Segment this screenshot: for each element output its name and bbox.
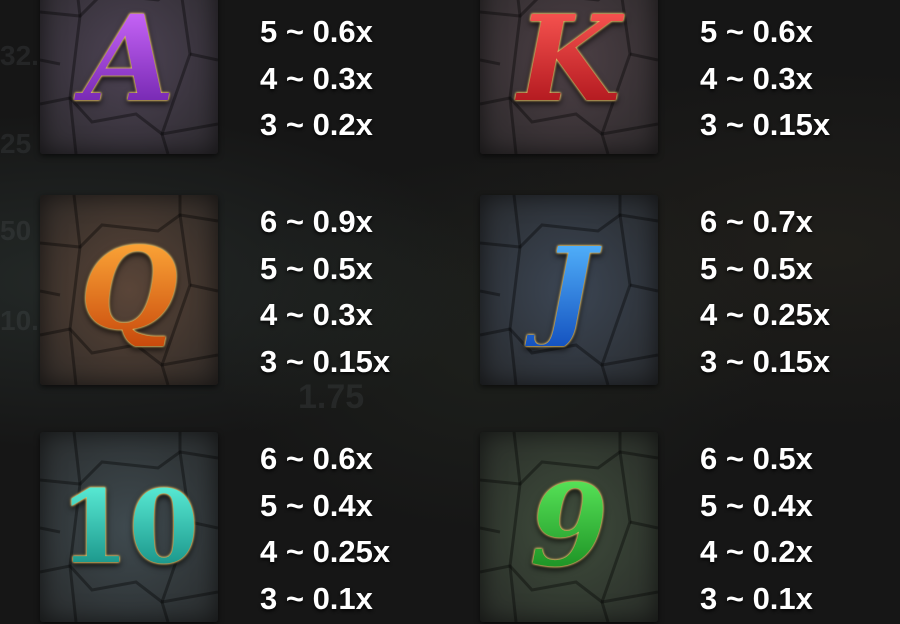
pay-line: 5 ~ 0.6x: [700, 14, 813, 49]
pay-line: 6 ~ 0.9x: [260, 204, 373, 239]
pay-line: 5 ~ 0.5x: [700, 250, 813, 286]
pay-line: 3 ~ 0.1x: [260, 580, 373, 616]
paytable-k: 5 ~ 0.6x 4 ~ 0.3x 3 ~ 0.15x: [700, 9, 830, 149]
pay-line: 5 ~ 0.5x: [260, 250, 373, 286]
pay-line: 5 ~ 0.6x: [260, 14, 373, 49]
pay-line: 5 ~ 0.4x: [260, 487, 373, 523]
paytable-j: 6 ~ 0.7x 5 ~ 0.5x 4 ~ 0.25x 3 ~ 0.15x: [700, 199, 830, 385]
pay-line: 6 ~ 0.5x: [700, 441, 813, 476]
pay-line: 4 ~ 0.2x: [700, 534, 813, 569]
pay-line: 4 ~ 0.25x: [260, 534, 391, 569]
letter-j-icon: J: [480, 234, 658, 346]
pay-line: 6 ~ 0.7x: [700, 204, 813, 239]
symbol-tile-j: J: [480, 195, 658, 385]
symbol-tile-k: K: [480, 0, 658, 154]
pay-line: 3 ~ 0.1x: [700, 580, 813, 616]
background-value: 50: [0, 215, 32, 246]
symbol-tile-q: Q: [40, 195, 218, 385]
number-10-icon: 10: [40, 477, 218, 577]
letter-a-icon: A: [40, 0, 218, 118]
pay-line: 3 ~ 0.15x: [700, 107, 831, 142]
pay-line: 3 ~ 0.2x: [260, 107, 373, 142]
paytable-10: 6 ~ 0.6x 5 ~ 0.4x 4 ~ 0.25x 3 ~ 0.1x: [260, 436, 390, 622]
symbol-tile-10: 10: [40, 432, 218, 622]
pay-line: 4 ~ 0.25x: [700, 297, 831, 332]
paytable-a: 5 ~ 0.6x 4 ~ 0.3x 3 ~ 0.2x: [260, 9, 373, 149]
letter-k-icon: K: [480, 0, 658, 118]
paytable-9: 6 ~ 0.5x 5 ~ 0.4x 4 ~ 0.2x 3 ~ 0.1x: [700, 436, 813, 622]
paytable-q: 6 ~ 0.9x 5 ~ 0.5x 4 ~ 0.3x 3 ~ 0.15x: [260, 199, 390, 385]
pay-line: 3 ~ 0.15x: [260, 343, 391, 379]
pay-line: 4 ~ 0.3x: [260, 297, 373, 332]
number-9-icon: 9: [480, 471, 658, 583]
pay-line: 6 ~ 0.6x: [260, 441, 373, 476]
symbol-tile-9: 9: [480, 432, 658, 622]
background-value: 10.: [0, 305, 39, 336]
pay-line: 5 ~ 0.4x: [700, 487, 813, 523]
pay-line: 3 ~ 0.15x: [700, 343, 831, 379]
pay-line: 4 ~ 0.3x: [260, 60, 373, 96]
symbol-tile-a: A: [40, 0, 218, 154]
pay-line: 4 ~ 0.3x: [700, 60, 813, 96]
letter-q-icon: Q: [40, 234, 218, 346]
background-value: 32.: [0, 40, 39, 71]
background-value: 25: [0, 128, 32, 159]
